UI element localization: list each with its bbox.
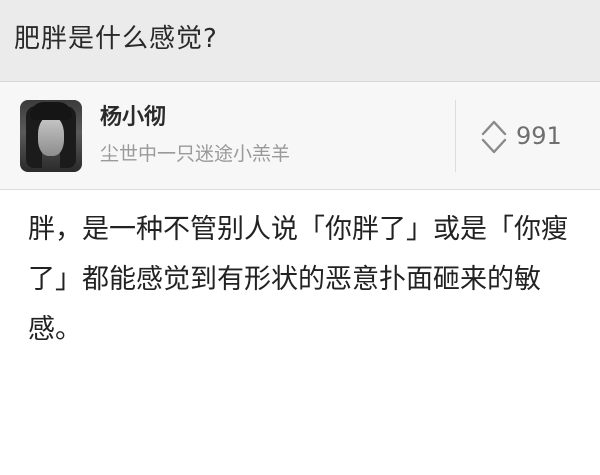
author-bio: 尘世中一只迷途小羔羊 <box>100 143 291 165</box>
answer-text: 胖，是一种不管别人说「你胖了」或是「你瘦了」都能感觉到有形状的恶意扑面砸来的敏感… <box>28 214 568 345</box>
question-title[interactable]: 肥胖是什么感觉? <box>14 22 218 56</box>
vote-up-down-icon[interactable] <box>481 118 507 156</box>
answer-author-bar <box>0 82 600 190</box>
vote-divider <box>455 100 456 172</box>
author-avatar[interactable] <box>20 100 82 172</box>
question-header: 肥胖是什么感觉? <box>0 0 600 82</box>
author-name[interactable]: 杨小彻 <box>100 104 166 132</box>
vote-count: 991 <box>516 122 562 150</box>
